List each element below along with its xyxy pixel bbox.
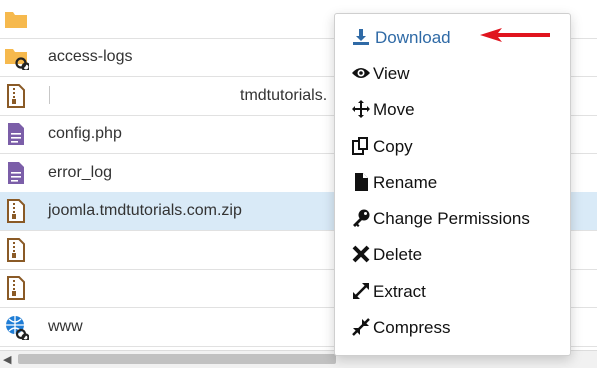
folder-icon xyxy=(5,12,27,28)
folder-link-icon xyxy=(5,49,29,70)
copy-icon xyxy=(352,137,368,155)
menu-item-label: View xyxy=(373,64,410,83)
eye-icon xyxy=(352,68,370,78)
menu-item-change-permissions[interactable]: Change Permissions xyxy=(335,200,570,236)
text-file-icon xyxy=(8,162,24,184)
zip-file-icon xyxy=(7,84,25,108)
key-icon xyxy=(353,209,370,227)
zip-file-icon xyxy=(7,199,25,223)
menu-item-label: Delete xyxy=(373,245,423,264)
file-icon xyxy=(355,173,368,191)
file-name: access-logs xyxy=(48,48,133,65)
text-cursor xyxy=(49,86,50,104)
zip-file-icon xyxy=(7,238,25,262)
zip-file-icon xyxy=(7,276,25,300)
expand-icon xyxy=(353,283,369,299)
menu-item-label: Compress xyxy=(373,318,451,337)
menu-item-delete[interactable]: Delete xyxy=(335,236,570,272)
menu-item-label: Rename xyxy=(373,173,438,192)
file-name: error_log xyxy=(48,164,113,181)
move-icon xyxy=(352,100,370,118)
menu-item-label: Extract xyxy=(373,282,426,301)
file-name: tmdtutorials. xyxy=(240,87,328,104)
menu-item-copy[interactable]: Copy xyxy=(335,128,570,164)
menu-item-move[interactable]: Move xyxy=(335,91,570,127)
x-icon xyxy=(352,245,370,263)
scroll-left-icon[interactable]: ◀ xyxy=(3,353,11,366)
globe-link-icon xyxy=(6,316,29,340)
download-icon xyxy=(353,29,369,45)
menu-item-label: Copy xyxy=(373,137,413,156)
file-name: www xyxy=(48,318,83,335)
file-name: joomla.tmdtutorials.com.zip xyxy=(48,202,242,219)
annotation-arrow-icon xyxy=(480,28,550,42)
menu-item-label: Move xyxy=(373,100,415,119)
context-menu: Download View Move Copy Rename Change Pe… xyxy=(334,13,571,356)
file-name: config.php xyxy=(48,125,122,142)
menu-item-compress[interactable]: Compress xyxy=(335,309,570,345)
scrollbar-thumb[interactable] xyxy=(18,354,336,364)
menu-item-extract[interactable]: Extract xyxy=(335,273,570,309)
menu-item-label: Download xyxy=(375,28,451,47)
menu-item-view[interactable]: View xyxy=(335,55,570,91)
text-file-icon xyxy=(8,123,24,145)
menu-item-rename[interactable]: Rename xyxy=(335,164,570,200)
compress-icon xyxy=(352,318,370,336)
menu-item-label: Change Permissions xyxy=(373,209,530,228)
